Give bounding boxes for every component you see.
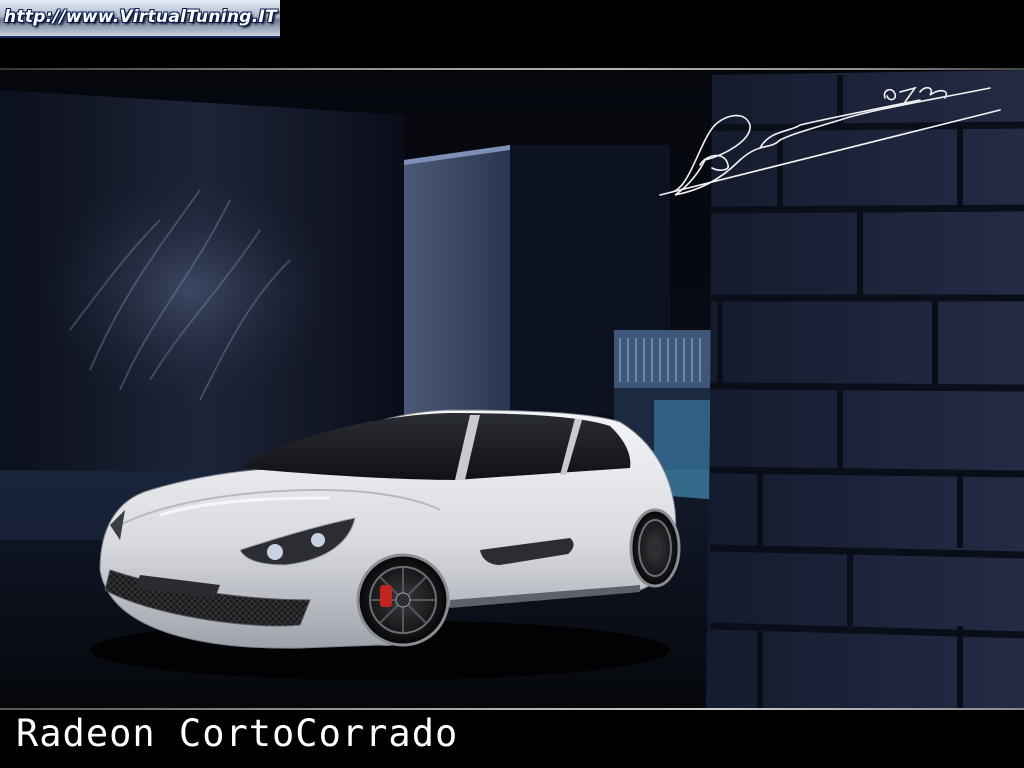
- car-render-scene: [0, 70, 1024, 708]
- site-url-text: http://www.VirtualTuning.IT: [4, 7, 278, 27]
- brick-wall: [706, 70, 1024, 708]
- image-caption-title: Radeon CortoCorrado: [16, 712, 459, 755]
- site-banner: http://www.VirtualTuning.IT: [0, 0, 280, 38]
- caption-divider: [0, 708, 1024, 710]
- left-building-wall: [0, 90, 405, 475]
